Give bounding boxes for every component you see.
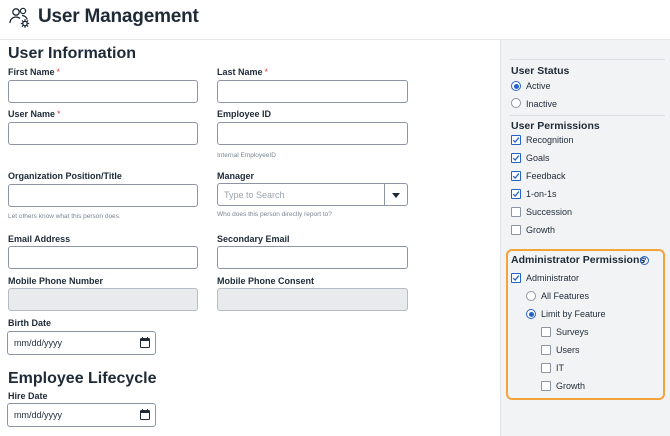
divider bbox=[510, 115, 665, 116]
last-name-label: Last Name * bbox=[217, 67, 269, 77]
divider bbox=[510, 59, 665, 60]
page-header: User Management bbox=[0, 0, 670, 40]
feedback-checkbox[interactable] bbox=[511, 171, 521, 181]
section-title-user-information: User Information bbox=[8, 45, 137, 62]
recognition-checkbox[interactable] bbox=[511, 135, 521, 145]
manager-select-divider bbox=[384, 184, 385, 205]
hire-date-label: Hire Date bbox=[8, 391, 48, 401]
users-gear-icon bbox=[9, 7, 30, 28]
succession-checkbox[interactable] bbox=[511, 207, 521, 217]
first-name-label: First Name * bbox=[8, 67, 61, 77]
birth-date-placeholder: mm/dd/yyyy bbox=[14, 338, 63, 348]
position-help: Let others know what this person does. bbox=[8, 213, 121, 220]
position-input[interactable] bbox=[8, 184, 198, 207]
all-features-label[interactable]: All Features bbox=[541, 291, 589, 301]
user-form: User Information First Name * Last Name * … bbox=[0, 40, 500, 436]
hire-date-input[interactable]: mm/dd/yyyy bbox=[7, 403, 156, 427]
status-inactive-label[interactable]: Inactive bbox=[526, 99, 557, 109]
surveys-label[interactable]: Surveys bbox=[556, 327, 589, 337]
goals-checkbox[interactable] bbox=[511, 153, 521, 163]
it-label[interactable]: IT bbox=[556, 363, 564, 373]
goals-label[interactable]: Goals bbox=[526, 153, 550, 163]
one-on-ones-checkbox[interactable] bbox=[511, 189, 521, 199]
user-status-title: User Status bbox=[511, 65, 570, 77]
status-active-label[interactable]: Active bbox=[526, 81, 551, 91]
calendar-icon[interactable] bbox=[140, 409, 150, 420]
it-checkbox[interactable] bbox=[541, 363, 551, 373]
mobile-consent-input bbox=[217, 288, 408, 311]
feedback-label[interactable]: Feedback bbox=[526, 171, 566, 181]
admin-permissions-box bbox=[506, 249, 665, 400]
checkmark-icon bbox=[512, 191, 520, 198]
hire-date-placeholder: mm/dd/yyyy bbox=[14, 410, 63, 420]
checkmark-icon bbox=[512, 173, 520, 180]
section-title-employee-lifecycle: Employee Lifecycle bbox=[8, 370, 157, 387]
user-name-label: User Name * bbox=[8, 109, 61, 119]
manager-select[interactable]: Type to Search bbox=[217, 183, 408, 206]
administrator-checkbox[interactable] bbox=[511, 273, 521, 283]
admin-permissions-title: Administrator Permissions bbox=[511, 254, 646, 266]
secondary-email-label: Secondary Email bbox=[217, 234, 290, 244]
email-input[interactable] bbox=[8, 246, 198, 269]
status-active-radio[interactable] bbox=[511, 81, 521, 91]
secondary-email-input[interactable] bbox=[217, 246, 408, 269]
succession-label[interactable]: Succession bbox=[526, 207, 572, 217]
limit-by-feature-label[interactable]: Limit by Feature bbox=[541, 309, 606, 319]
employee-id-help: Internal EmployeeID bbox=[217, 152, 276, 159]
admin-growth-label[interactable]: Growth bbox=[556, 381, 585, 391]
position-label: Organization Position/Title bbox=[8, 171, 122, 181]
all-features-radio[interactable] bbox=[526, 291, 536, 301]
birth-date-label: Birth Date bbox=[8, 318, 52, 328]
mobile-consent-label: Mobile Phone Consent bbox=[217, 276, 315, 286]
user-permissions-title: User Permissions bbox=[511, 120, 600, 132]
checkmark-icon bbox=[512, 275, 520, 282]
page-title: User Management bbox=[38, 6, 199, 27]
users-label[interactable]: Users bbox=[556, 345, 580, 355]
checkmark-icon bbox=[512, 155, 520, 162]
admin-growth-checkbox[interactable] bbox=[541, 381, 551, 391]
mobile-phone-input bbox=[8, 288, 198, 311]
status-inactive-radio[interactable] bbox=[511, 98, 521, 108]
administrator-label[interactable]: Administrator bbox=[526, 273, 579, 283]
calendar-icon[interactable] bbox=[140, 337, 150, 348]
last-name-input[interactable] bbox=[217, 80, 408, 103]
birth-date-input[interactable]: mm/dd/yyyy bbox=[7, 331, 156, 355]
employee-id-label: Employee ID bbox=[217, 109, 272, 119]
users-checkbox[interactable] bbox=[541, 345, 551, 355]
manager-help: Who does this person directly report to? bbox=[217, 211, 332, 218]
manager-placeholder: Type to Search bbox=[224, 190, 285, 200]
one-on-ones-label[interactable]: 1-on-1s bbox=[526, 189, 557, 199]
mobile-phone-label: Mobile Phone Number bbox=[8, 276, 104, 286]
first-name-input[interactable] bbox=[8, 80, 198, 103]
employee-id-input[interactable] bbox=[217, 122, 408, 145]
help-icon[interactable]: ? bbox=[640, 256, 649, 265]
surveys-checkbox[interactable] bbox=[541, 327, 551, 337]
recognition-label[interactable]: Recognition bbox=[526, 135, 574, 145]
manager-label: Manager bbox=[217, 171, 255, 181]
caret-down-icon[interactable] bbox=[392, 193, 400, 198]
growth-label[interactable]: Growth bbox=[526, 225, 555, 235]
limit-by-feature-radio[interactable] bbox=[526, 309, 536, 319]
checkmark-icon bbox=[512, 137, 520, 144]
user-name-input[interactable] bbox=[8, 122, 198, 145]
email-label: Email Address bbox=[8, 234, 71, 244]
growth-checkbox[interactable] bbox=[511, 225, 521, 235]
